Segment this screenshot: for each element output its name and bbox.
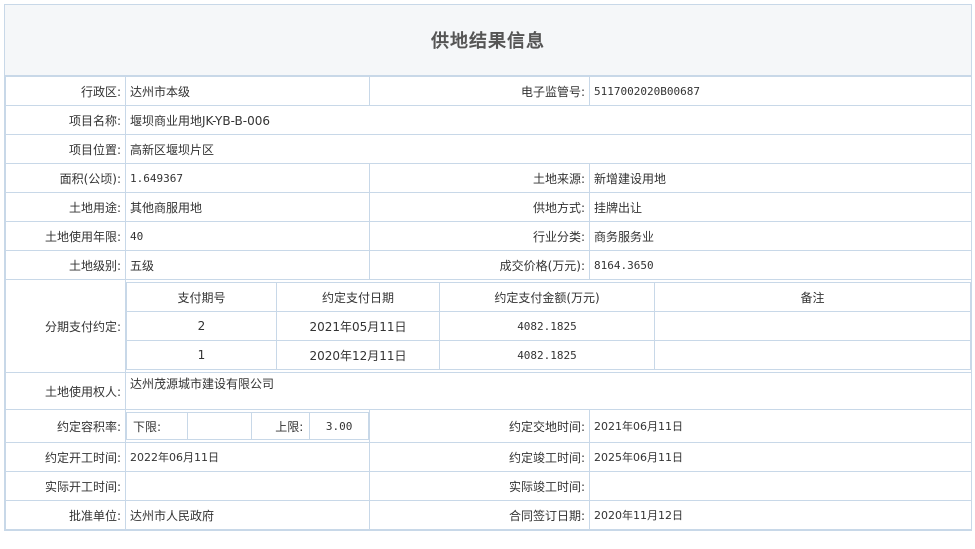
- installment-note: [654, 311, 971, 341]
- completion-time-value: 2025年06月11日: [589, 442, 972, 472]
- actual-start-value: [125, 471, 370, 501]
- land-use-label: 土地用途:: [5, 192, 126, 222]
- actual-completion-label: 实际竣工时间:: [369, 471, 590, 501]
- delivery-time-label: 约定交地时间:: [369, 409, 590, 443]
- installment-cell: 支付期号 约定支付日期 约定支付金额(万元) 备注 2 2021年05月11日 …: [125, 279, 972, 373]
- project-location-value: 高新区堰坝片区: [125, 134, 972, 164]
- page-title: 供地结果信息: [431, 31, 545, 52]
- installment-header: 支付期号: [126, 282, 277, 312]
- land-level-value: 五级: [125, 250, 370, 280]
- use-years-label: 土地使用年限:: [5, 221, 126, 251]
- contract-date-label: 合同签订日期:: [369, 500, 590, 530]
- far-upper-value: 3.00: [309, 412, 369, 440]
- start-time-label: 约定开工时间:: [5, 442, 126, 472]
- project-name-value: 堰坝商业用地JK-YB-B-006: [125, 105, 972, 135]
- far-lower-value: [186, 412, 252, 440]
- far-upper-label: 上限:: [250, 412, 311, 440]
- installment-no: 1: [126, 340, 277, 370]
- installment-no: 2: [126, 311, 277, 341]
- project-name-label: 项目名称:: [5, 105, 126, 135]
- admin-region-label: 行政区:: [5, 76, 126, 106]
- installment-row: 2 2021年05月11日 4082.1825: [126, 311, 971, 341]
- admin-region-value: 达州市本级: [125, 76, 370, 106]
- row-installments: 分期支付约定: 支付期号 约定支付日期 约定支付金额(万元) 备注 2 2021…: [5, 279, 972, 373]
- installment-amount: 4082.1825: [439, 311, 655, 341]
- installment-header-row: 支付期号 约定支付日期 约定支付金额(万元) 备注: [126, 282, 971, 312]
- row-admin-region: 行政区: 达州市本级 电子监管号: 5117002020B00687: [5, 76, 972, 106]
- row-approval: 批准单位: 达州市人民政府 合同签订日期: 2020年11月12日: [5, 500, 972, 530]
- row-land-level: 土地级别: 五级 成交价格(万元): 8164.3650: [5, 250, 972, 280]
- installment-row: 1 2020年12月11日 4082.1825: [126, 340, 971, 370]
- land-source-value: 新增建设用地: [589, 163, 972, 193]
- result-table: 行政区: 达州市本级 电子监管号: 5117002020B00687 项目名称:…: [5, 76, 972, 530]
- installment-amount: 4082.1825: [439, 340, 655, 370]
- supervision-no-label: 电子监管号:: [369, 76, 590, 106]
- title-bar: 供地结果信息: [5, 5, 971, 76]
- installment-header: 约定支付金额(万元): [439, 282, 655, 312]
- row-use-years: 土地使用年限: 40 行业分类: 商务服务业: [5, 221, 972, 251]
- use-years-value: 40: [125, 221, 370, 251]
- actual-start-label: 实际开工时间:: [5, 471, 126, 501]
- industry-value: 商务服务业: [589, 221, 972, 251]
- project-location-label: 项目位置:: [5, 134, 126, 164]
- row-land-use: 土地用途: 其他商服用地 供地方式: 挂牌出让: [5, 192, 972, 222]
- land-user-label: 土地使用权人:: [5, 372, 126, 410]
- deal-price-label: 成交价格(万元):: [369, 250, 590, 280]
- land-supply-result-panel: 供地结果信息 行政区: 达州市本级 电子监管号: 5117002020B0068…: [4, 4, 972, 531]
- row-project-name: 项目名称: 堰坝商业用地JK-YB-B-006: [5, 105, 972, 135]
- industry-label: 行业分类:: [369, 221, 590, 251]
- land-use-value: 其他商服用地: [125, 192, 370, 222]
- installment-table: 支付期号 约定支付日期 约定支付金额(万元) 备注 2 2021年05月11日 …: [126, 282, 971, 370]
- installment-header: 约定支付日期: [276, 282, 440, 312]
- area-label: 面积(公顷):: [5, 163, 126, 193]
- supply-method-value: 挂牌出让: [589, 192, 972, 222]
- area-value: 1.649367: [125, 163, 370, 193]
- installment-note: [654, 340, 971, 370]
- deal-price-value: 8164.3650: [589, 250, 972, 280]
- approval-unit-label: 批准单位:: [5, 500, 126, 530]
- land-source-label: 土地来源:: [369, 163, 590, 193]
- far-table: 下限: 上限: 3.00: [126, 412, 369, 440]
- row-start-time: 约定开工时间: 2022年06月11日 约定竣工时间: 2025年06月11日: [5, 442, 972, 472]
- land-level-label: 土地级别:: [5, 250, 126, 280]
- far-label: 约定容积率:: [5, 409, 126, 443]
- delivery-time-value: 2021年06月11日: [589, 409, 972, 443]
- row-project-location: 项目位置: 高新区堰坝片区: [5, 134, 972, 164]
- installment-header: 备注: [654, 282, 971, 312]
- supply-method-label: 供地方式:: [369, 192, 590, 222]
- completion-time-label: 约定竣工时间:: [369, 442, 590, 472]
- far-cell: 下限: 上限: 3.00: [125, 409, 370, 443]
- installment-label: 分期支付约定:: [5, 279, 126, 373]
- actual-completion-value: [589, 471, 972, 501]
- row-far: 约定容积率: 下限: 上限: 3.00 约定交地时间: 2021年06月11日: [5, 409, 972, 443]
- far-lower-label: 下限:: [126, 412, 188, 440]
- row-area: 面积(公顷): 1.649367 土地来源: 新增建设用地: [5, 163, 972, 193]
- supervision-no-value: 5117002020B00687: [589, 76, 972, 106]
- row-actual-time: 实际开工时间: 实际竣工时间:: [5, 471, 972, 501]
- start-time-value: 2022年06月11日: [125, 442, 370, 472]
- installment-date: 2020年12月11日: [276, 340, 440, 370]
- row-land-user: 土地使用权人: 达州茂源城市建设有限公司: [5, 372, 972, 410]
- installment-date: 2021年05月11日: [276, 311, 440, 341]
- approval-unit-value: 达州市人民政府: [125, 500, 370, 530]
- contract-date-value: 2020年11月12日: [589, 500, 972, 530]
- land-user-value: 达州茂源城市建设有限公司: [125, 372, 972, 410]
